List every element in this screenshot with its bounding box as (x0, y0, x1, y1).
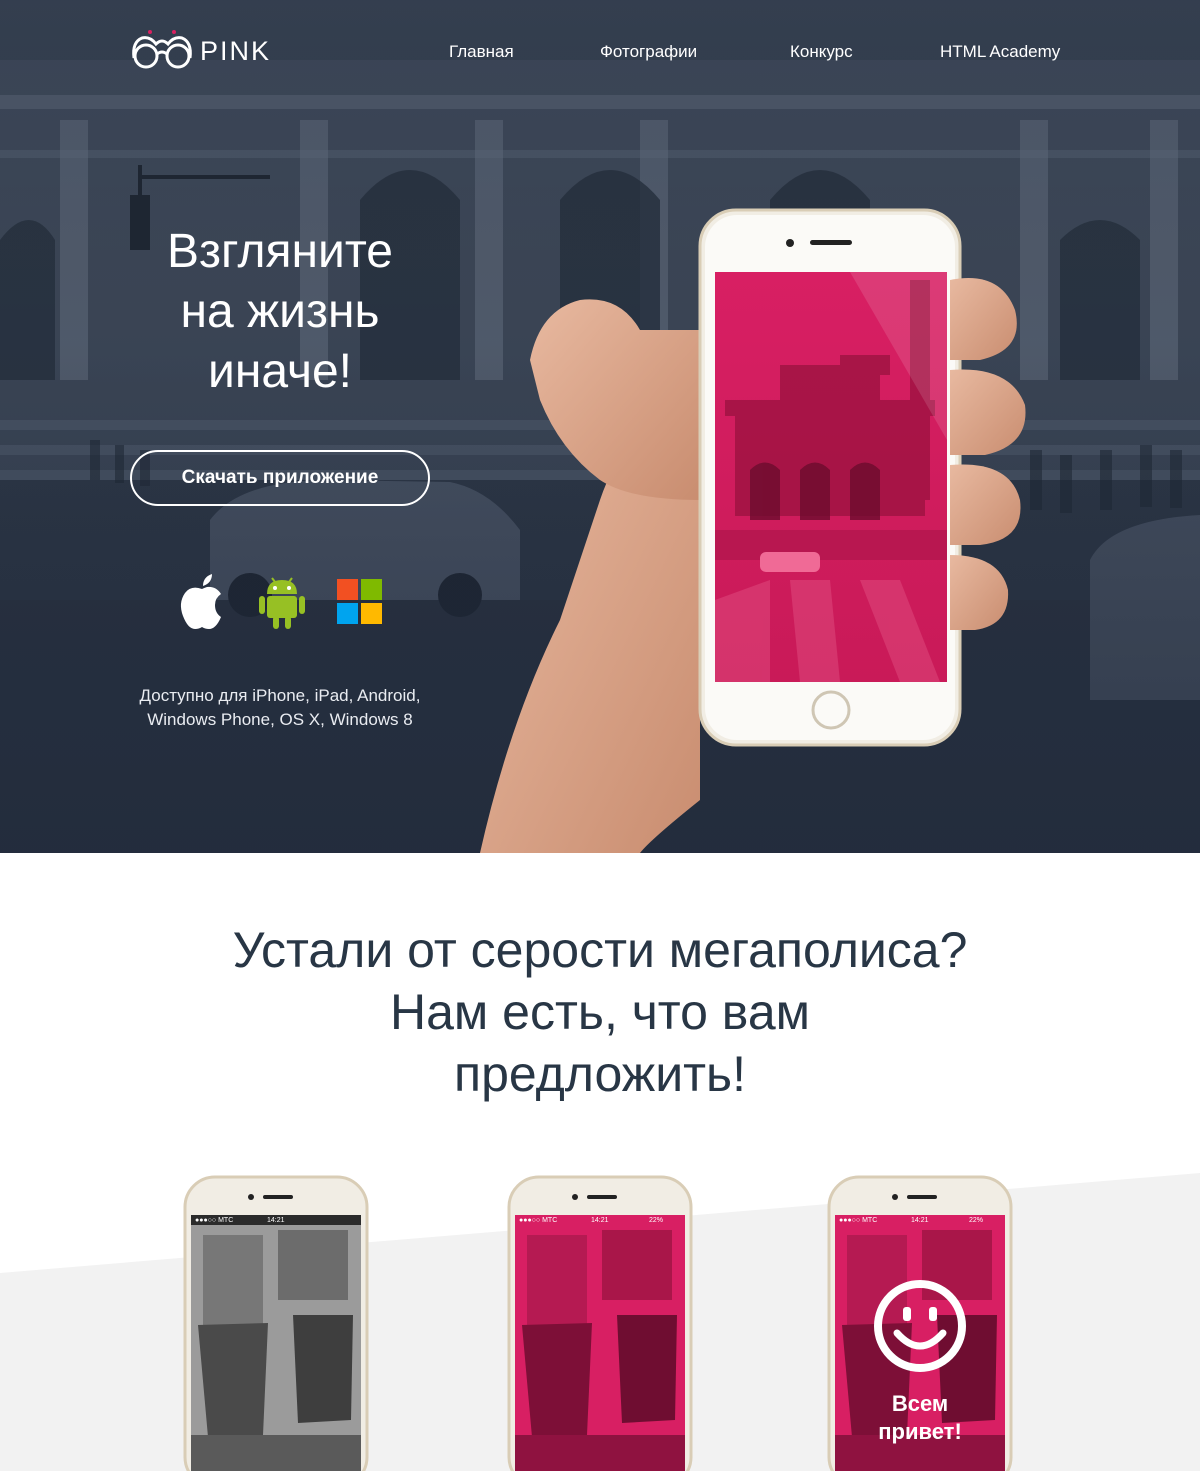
platforms-availability-text: Доступно для iPhone, iPad, Android, Wind… (90, 684, 470, 732)
windows-icon[interactable] (332, 572, 388, 632)
apple-icon[interactable] (174, 572, 230, 632)
features-title-line: предложить! (454, 1046, 746, 1102)
nav-item-home[interactable]: Главная (449, 42, 514, 62)
hero-title-line: иначе! (208, 345, 352, 398)
status-battery: 22% (649, 1217, 664, 1224)
nav-item-contest[interactable]: Конкурс (790, 42, 853, 62)
status-time: 14:21 (911, 1217, 929, 1224)
features-title: Устали от серости мегаполиса? Нам есть, … (100, 919, 1100, 1105)
hero-title-line: Взгляните (167, 225, 393, 278)
availability-line: Windows Phone, OS X, Windows 8 (147, 710, 413, 729)
hero-section: PINK Главная Фотографии Конкурс HTML Aca… (0, 0, 1200, 853)
features-section: Устали от серости мегаполиса? Нам есть, … (0, 853, 1200, 1471)
greeting-line: Всем (891, 1391, 949, 1416)
smiley-icon (874, 1280, 966, 1372)
android-icon[interactable] (254, 572, 310, 632)
status-battery: 22% (969, 1217, 984, 1224)
greeting-line: привет! (878, 1419, 962, 1444)
status-carrier: ●●●○○ МТС (195, 1217, 234, 1224)
phone-greeting: Всем привет! ●●●○○ МТС 14:21 22% (827, 1175, 1013, 1471)
availability-line: Доступно для iPhone, iPad, Android, (139, 686, 421, 705)
os-icons (170, 572, 400, 632)
hero-title: Взгляните на жизнь иначе! (80, 222, 480, 402)
status-time: 14:21 (591, 1217, 609, 1224)
status-carrier: ●●●○○ МТС (839, 1217, 878, 1224)
status-time: 14:21 (267, 1217, 285, 1224)
features-title-line: Нам есть, что вам (390, 984, 810, 1040)
features-title-line: Устали от серости мегаполиса? (232, 922, 968, 978)
hero-title-line: на жизнь (180, 285, 380, 338)
nav-item-html-academy[interactable]: HTML Academy (940, 42, 1060, 62)
download-app-button[interactable]: Скачать приложение (130, 450, 430, 506)
phone-before: ●●●○○ МТС 14:21 (183, 1175, 369, 1471)
hero-phone-in-hand (480, 208, 1026, 853)
nav-item-photos[interactable]: Фотографии (600, 42, 697, 62)
status-carrier: ●●●○○ МТС (519, 1217, 558, 1224)
greeting-text: Всем привет! (827, 1390, 1013, 1446)
main-nav: Главная Фотографии Конкурс HTML Academy (0, 42, 1200, 68)
phone-filtered: ●●●○○ МТС 14:21 22% (507, 1175, 693, 1471)
